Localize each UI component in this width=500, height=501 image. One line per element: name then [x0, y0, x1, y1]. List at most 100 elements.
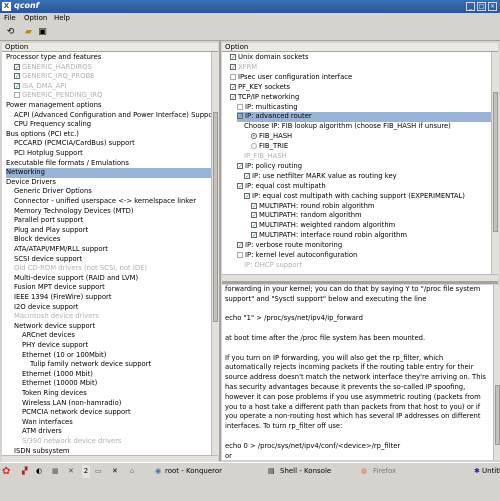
checkbox-icon[interactable]	[237, 252, 243, 258]
checkbox-icon[interactable]	[230, 73, 236, 80]
right-tree-item[interactable]: IP: DHCP support	[244, 261, 491, 271]
right-tree-item[interactable]: • FIB_HASH	[251, 132, 491, 142]
left-tree-item[interactable]: PCI Hotplug Support	[14, 149, 211, 159]
left-scroll-thumb[interactable]	[213, 112, 218, 322]
left-tree-item[interactable]: Memory Technology Devices (MTD)	[14, 207, 211, 217]
right-tree-item[interactable]: ✓ TCP/IP networking	[230, 93, 491, 103]
open-icon[interactable]: ▰	[23, 27, 34, 38]
left-tree-item[interactable]: Old CD-ROM drivers (not SCSI, not IDE)	[14, 264, 211, 274]
right-tree-item[interactable]: IPsec user configuration interface	[230, 73, 491, 83]
right-tree-item[interactable]: ✓ MULTIPATH: round robin algorithm	[251, 202, 491, 212]
left-tree-item[interactable]: Macintosh device drivers	[14, 312, 211, 322]
right-scrollbar[interactable]	[491, 52, 499, 274]
help-splitter[interactable]	[222, 281, 498, 284]
left-tree-item[interactable]: Ethernet (10000 Mbit)	[22, 379, 211, 389]
right-hscrollbar[interactable]	[222, 274, 498, 281]
left-tree-item[interactable]: IEEE 1394 (FireWire) support	[14, 293, 211, 303]
kde-menu-icon[interactable]: ✿	[2, 465, 18, 478]
left-tree-item[interactable]: Generic Driver Options	[14, 187, 211, 197]
checkbox-icon[interactable]: ✓	[230, 54, 236, 61]
left-tree-item[interactable]: ✓ GENERIC_IRQ_PROBE	[14, 72, 211, 82]
right-tree-item[interactable]: IP_FIB_HASH	[244, 152, 491, 162]
files-launcher-icon[interactable]: ▦	[52, 465, 59, 478]
left-tree-item[interactable]: Device Drivers	[6, 178, 211, 188]
help-scroll-thumb[interactable]	[495, 385, 500, 445]
home-icon[interactable]: ⌂	[130, 465, 134, 478]
left-hscrollbar[interactable]	[2, 455, 218, 462]
task-firefox[interactable]: Firefox	[373, 465, 433, 478]
checkbox-icon[interactable]: ✓	[251, 212, 257, 219]
left-tree-item[interactable]: Wan interfaces	[22, 418, 211, 428]
right-tree-item[interactable]: ✓ MULTIPATH: random algorithm	[251, 211, 491, 221]
right-tree-item[interactable]: ✓ IP: advanced router	[237, 112, 491, 122]
right-tree-item[interactable]: ✓ PF_KEY sockets	[230, 83, 491, 93]
checkbox-icon[interactable]	[237, 103, 243, 110]
left-tree-item[interactable]: PHY device support	[22, 341, 211, 351]
left-column-header[interactable]: Option	[2, 43, 218, 52]
checkbox-icon[interactable]	[14, 92, 20, 99]
help-scrollbar[interactable]	[493, 285, 500, 460]
left-tree-item[interactable]: Ethernet (1000 Mbit)	[22, 370, 211, 380]
right-tree-item[interactable]: FIB_TRIE	[251, 142, 491, 152]
radio-icon[interactable]	[251, 143, 257, 150]
left-tree-item[interactable]: ATM drivers	[22, 427, 211, 437]
left-tree-item[interactable]: ACPI (Advanced Configuration and Power I…	[14, 111, 211, 121]
left-tree-item[interactable]: Network device support	[14, 322, 211, 332]
left-tree-item[interactable]: ✓ GENERIC_HARDIRQS	[14, 63, 211, 73]
left-tree-item[interactable]: Tulip family network device support	[30, 360, 211, 370]
left-tree-item[interactable]: ✓ ISA_DMA_API	[14, 82, 211, 92]
checkbox-icon[interactable]: ✓	[244, 172, 250, 179]
maximize-icon[interactable]: □	[477, 2, 486, 11]
right-scroll-thumb[interactable]	[493, 92, 498, 232]
checkbox-icon[interactable]: ✓	[237, 242, 243, 249]
checkbox-icon[interactable]: ✓	[230, 93, 236, 100]
qconf-task-icon[interactable]: ✕	[68, 465, 74, 478]
right-tree-item[interactable]: ✓ IP: equal cost multipath with caching s…	[244, 192, 491, 202]
left-tree-item[interactable]: Processor type and features	[6, 53, 211, 63]
task-untitled[interactable]: Untitled	[482, 465, 500, 478]
left-tree-item[interactable]: Fusion MPT device support	[14, 283, 211, 293]
checkbox-icon[interactable]: ✓	[230, 83, 236, 90]
left-tree-item[interactable]: S/390 network device drivers	[22, 437, 211, 447]
menu-option[interactable]: Option	[24, 14, 47, 22]
left-tree-item[interactable]: SCSI device support	[14, 255, 211, 265]
konqueror-launcher-icon[interactable]: ◐	[36, 465, 42, 478]
task-konsole[interactable]: Shell - Konsole	[280, 465, 350, 478]
left-tree-item[interactable]: Token Ring devices	[22, 389, 211, 399]
left-tree-item[interactable]: Plug and Play support	[14, 226, 211, 236]
left-tree-item[interactable]: GENERIC_PENDING_IRQ	[14, 91, 211, 101]
app-icon[interactable]: X	[2, 2, 11, 11]
left-scrollbar[interactable]	[211, 52, 219, 455]
checkbox-icon[interactable]: ✓	[251, 232, 257, 239]
left-tree-item[interactable]: Parallel port support	[14, 216, 211, 226]
checkbox-icon[interactable]: ✓	[237, 182, 243, 189]
right-tree-item[interactable]: ✓ MULTIPATH: weighted random algorithm	[251, 221, 491, 231]
checkbox-icon[interactable]: ✓	[14, 82, 20, 89]
left-tree-item[interactable]: Multi-device support (RAID and LVM)	[14, 274, 211, 284]
left-tree-item[interactable]: Power management options	[6, 101, 211, 111]
right-tree-item[interactable]: ✓ IP: verbose route monitoring	[237, 241, 491, 251]
left-tree-item[interactable]: ISDN subsystem	[14, 447, 211, 455]
right-tree-item[interactable]: ✓ IP: policy routing	[237, 162, 491, 172]
checkbox-icon[interactable]: ✓	[237, 162, 243, 169]
radio-icon[interactable]: •	[251, 133, 257, 140]
left-tree-item[interactable]: Bus options (PCI etc.)	[6, 130, 211, 140]
menu-file[interactable]: File	[4, 14, 16, 22]
left-tree-item[interactable]: Block devices	[14, 235, 211, 245]
right-tree-item[interactable]: ✓ MULTIPATH: interface round robin algori…	[251, 231, 491, 241]
pane-splitter[interactable]	[219, 41, 221, 461]
right-tree-item[interactable]: Choose IP: FIB lookup algorithm (choose …	[244, 122, 491, 132]
checkbox-icon[interactable]: ✓	[237, 113, 243, 120]
task-konqueror[interactable]: root - Konqueror	[165, 465, 245, 478]
save-icon[interactable]: ▣	[37, 27, 48, 38]
back-icon[interactable]: ⟲	[5, 27, 16, 38]
checkbox-icon[interactable]: ✓	[14, 63, 20, 70]
right-tree-item[interactable]: ✓ IP: equal cost multipath	[237, 182, 491, 192]
checkbox-icon[interactable]: ✓	[230, 63, 236, 70]
checkbox-icon[interactable]: ✓	[251, 222, 257, 229]
desktop-pager[interactable]: 2	[82, 465, 90, 478]
left-tree-item[interactable]: Executable file formats / Emulations	[6, 159, 211, 169]
menu-help[interactable]: Help	[54, 14, 70, 22]
left-tree-item[interactable]: Connector - unified userspace <-> kernel…	[14, 197, 211, 207]
checkbox-icon[interactable]: ✓	[251, 202, 257, 209]
